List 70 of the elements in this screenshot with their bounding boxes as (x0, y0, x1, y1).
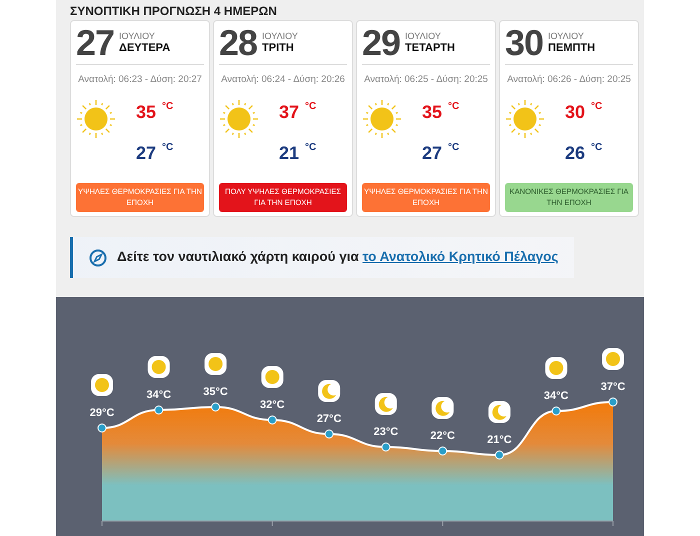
unit-label: °C (591, 101, 602, 112)
high-temperature: 35 (422, 102, 442, 122)
data-point (381, 442, 390, 452)
temperature-label: 27°C (316, 413, 342, 425)
data-point (211, 402, 220, 412)
high-temperature: 30 (565, 102, 586, 122)
sun-icon (148, 356, 170, 378)
day-number: 29 (362, 25, 400, 61)
temperature-label: 23°C (374, 426, 398, 438)
day-number: 27 (76, 25, 114, 61)
moon-icon (432, 397, 454, 419)
data-point (324, 430, 334, 438)
day-number: 28 (219, 25, 258, 61)
temperature-label: 32°C (260, 399, 285, 411)
weekday-label: ΔΕΥΤΕΡΑ (119, 42, 170, 55)
section-title: ΣΥΝΟΠΤΙΚΗ ΠΡΟΓΝΩΣΗ 4 ΗΜΕΡΩΝ (69, 3, 278, 18)
month-label: ΙΟΥΛΙΟΥ (262, 31, 298, 42)
high-temperature: 35 (136, 102, 156, 122)
sun-icon (602, 348, 624, 370)
banner-text: Δείτε τον ναυτιλιακό χάρτη καιρού για το Ανατολικό Κρητικό Πέλαγος (117, 248, 558, 266)
unit-label: °C (305, 101, 316, 112)
sun-icon (204, 353, 227, 375)
weekday-label: ΤΡΙΤΗ (262, 42, 295, 55)
sunrise-sunset-text: Ανατολή: 06:23 - Δύση: 20:27 (77, 73, 203, 87)
link[interactable]: το Ανατολικό Κρητικό Πέλαγος (362, 249, 558, 264)
unit-label: °C (162, 142, 174, 154)
data-point (608, 398, 618, 406)
low-temperature: 27 (136, 143, 156, 164)
month-label: ΙΟΥΛΙΟΥ (405, 31, 442, 42)
temperature-label: 21°C (487, 434, 512, 446)
sun-icon (545, 357, 568, 379)
month-label: ΙΟΥΛΙΟΥ (548, 31, 585, 42)
data-point (438, 446, 448, 456)
low-temperature: 26 (565, 143, 586, 164)
temperature-label: 22°C (430, 430, 455, 442)
sun-icon (76, 99, 116, 140)
unit-label: °C (591, 142, 602, 154)
sun-icon (219, 99, 259, 140)
moon-icon (488, 401, 510, 423)
weekday-label: ΤΕΤΑΡΤΗ (405, 42, 455, 55)
sun-icon (505, 99, 545, 140)
unit-label: °C (448, 101, 460, 112)
data-point (552, 406, 561, 416)
unit-label: °C (162, 101, 174, 112)
day-number: 30 (505, 25, 544, 61)
low-temperature: 27 (422, 143, 442, 164)
weekday-label: ΠΕΜΠΤΗ (548, 42, 596, 55)
low-temperature: 21 (279, 143, 300, 164)
moon-icon (374, 393, 397, 415)
high-temperature: 37 (279, 102, 300, 122)
sun-icon (362, 99, 402, 140)
unit-label: °C (448, 142, 460, 154)
sunrise-sunset-text: Ανατολή: 06:24 - Δύση: 20:26 (220, 73, 346, 87)
data-point (154, 406, 164, 414)
month-label: ΙΟΥΛΙΟΥ (119, 31, 156, 42)
data-point (98, 424, 106, 432)
data-point (494, 450, 504, 460)
temperature-label: 37°C (600, 381, 626, 393)
sun-icon (91, 374, 113, 396)
data-point (268, 416, 277, 424)
temperature-label: 35°C (203, 386, 228, 398)
sun-icon (261, 366, 284, 388)
compass-icon (89, 248, 107, 266)
sunrise-sunset-text: Ανατολή: 06:25 - Δύση: 20:25 (363, 73, 489, 87)
temperature-label: 29°C (90, 407, 114, 419)
unit-label: °C (305, 142, 316, 154)
temperature-label: 34°C (544, 390, 568, 402)
temperature-label: 34°C (146, 389, 172, 401)
moon-icon (318, 380, 340, 402)
sunrise-sunset-text: Ανατολή: 06:26 - Δύση: 20:25 (506, 73, 632, 87)
